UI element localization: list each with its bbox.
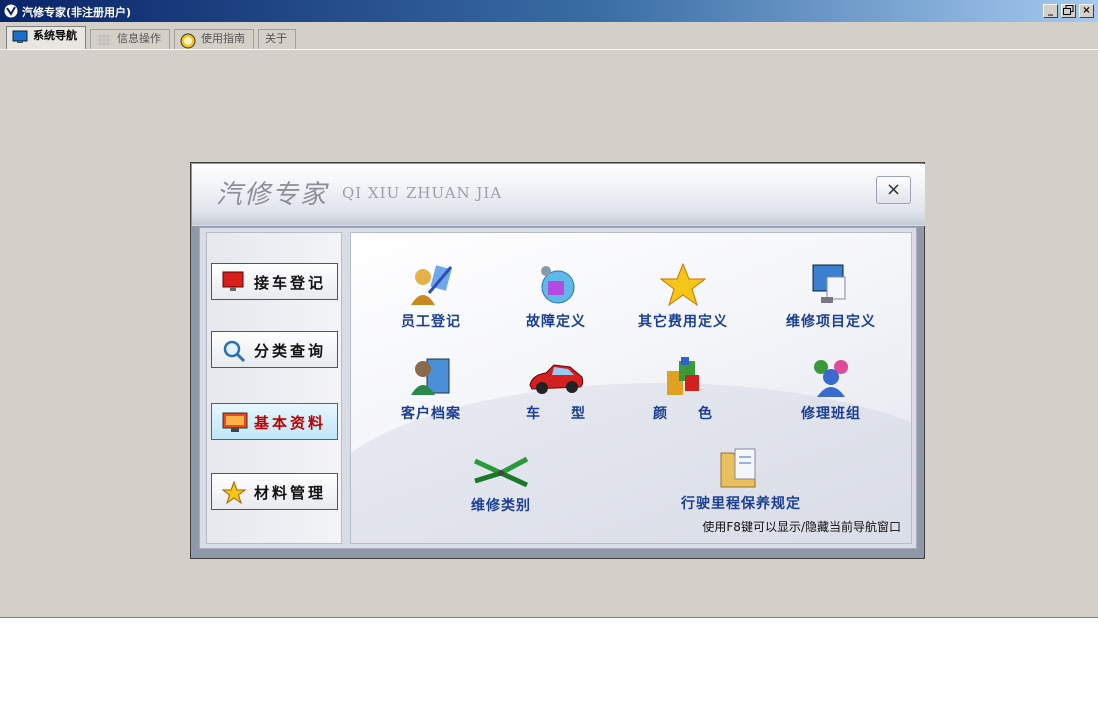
item-color[interactable]: 颜 色 [633,355,733,423]
staff-icon [411,265,453,305]
tab-label: 使用指南 [201,32,245,45]
monitor-doc-icon [812,264,846,303]
team-icon [814,360,848,397]
item-staff-registration[interactable]: 员工登记 [381,263,481,331]
main-panel: 员工登记 故障定义 其它费用定义 维修项目定义 客户档案 车 型 颜 色 修理班… [350,232,912,544]
tab-strip: 系统导航 信息操作 使用指南 关于 [0,26,1098,50]
item-repair-project-definition[interactable]: 维修项目定义 [771,263,891,331]
sidebar-item-category-query[interactable]: 分类查询 [211,331,338,368]
car-icon [529,364,584,394]
app-logo-icon [4,4,18,18]
tab-label: 信息操作 [117,32,161,45]
item-vehicle-type[interactable]: 车 型 [506,355,606,423]
tab-info-ops[interactable]: 信息操作 [90,29,170,49]
tab-label: 系统导航 [33,29,77,42]
monitor-icon [12,30,28,43]
sidebar-item-vehicle-checkin[interactable]: 接车登记 [211,263,338,300]
close-button[interactable]: × [1079,4,1094,18]
item-customer-records[interactable]: 客户档案 [381,355,481,423]
item-fault-definition[interactable]: 故障定义 [506,263,606,331]
fault-icon [541,266,575,304]
sidebar-item-basic-info[interactable]: 基本资料 [211,403,338,440]
item-label: 颜 色 [653,406,713,422]
dialog-body: 接车登记 分类查询 基本资料 材料管理 员工登记 故障定义 其它费用定义 维修项… [199,227,917,549]
magnifier-icon [223,340,246,363]
flag-monitor-icon [222,271,244,291]
navigation-dialog: 汽修专家 QI XIU ZHUAN JIA × 接车登记 分类查询 基本资料 材… [190,162,925,559]
color-blocks-icon [667,357,699,395]
item-label: 车 型 [526,406,586,422]
title-bar[interactable]: 汽修专家(非注册用户) _ × [0,0,1098,22]
tab-about[interactable]: 关于 [258,29,296,49]
customer-icon [411,358,450,395]
star-icon [659,263,707,307]
pliers-icon [473,456,529,488]
restore-button[interactable] [1061,4,1076,18]
item-label: 行驶里程保养规定 [681,496,801,512]
hint-text: 使用F8键可以显示/隐藏当前导航窗口 [702,520,901,534]
dialog-title-en: QI XIU ZHUAN JIA [342,184,503,202]
restore-icon [1063,5,1074,15]
dialog-close-button[interactable]: × [876,176,911,204]
item-label: 客户档案 [401,406,461,422]
item-label: 维修类别 [471,498,531,514]
window-title: 汽修专家(非注册用户) [22,6,132,19]
dialog-title: 汽修专家 [216,180,329,210]
item-repair-category[interactable]: 维修类别 [446,451,556,515]
item-label: 修理班组 [801,406,861,422]
sidebar-item-label: 材料管理 [254,484,327,502]
minimize-button[interactable]: _ [1043,4,1058,18]
item-other-fees-definition[interactable]: 其它费用定义 [623,263,743,331]
item-label: 维修项目定义 [786,314,876,330]
folder-doc-icon [720,448,756,488]
grid-icon [97,34,111,46]
help-icon [180,33,196,49]
sidebar-item-label: 分类查询 [254,342,327,360]
tab-user-guide[interactable]: 使用指南 [174,29,254,49]
application-window: 汽修专家(非注册用户) _ × 系统导航 信息操作 使用指南 关于 汽修专家 Q… [0,0,1098,618]
tab-system-nav[interactable]: 系统导航 [6,26,86,50]
computer-icon [222,412,248,432]
tab-divider [0,49,1098,50]
sidebar-item-materials[interactable]: 材料管理 [211,473,338,510]
tab-label: 关于 [265,32,287,45]
item-mileage-maintenance-rules[interactable]: 行驶里程保养规定 [661,445,821,513]
sidebar-item-label: 基本资料 [254,414,327,432]
star-icon [222,481,246,505]
item-label: 员工登记 [401,314,461,330]
item-repair-team[interactable]: 修理班组 [781,355,881,423]
item-label: 其它费用定义 [638,314,728,330]
dialog-header-bar [192,212,925,225]
item-label: 故障定义 [526,314,586,330]
sidebar-item-label: 接车登记 [254,274,327,292]
